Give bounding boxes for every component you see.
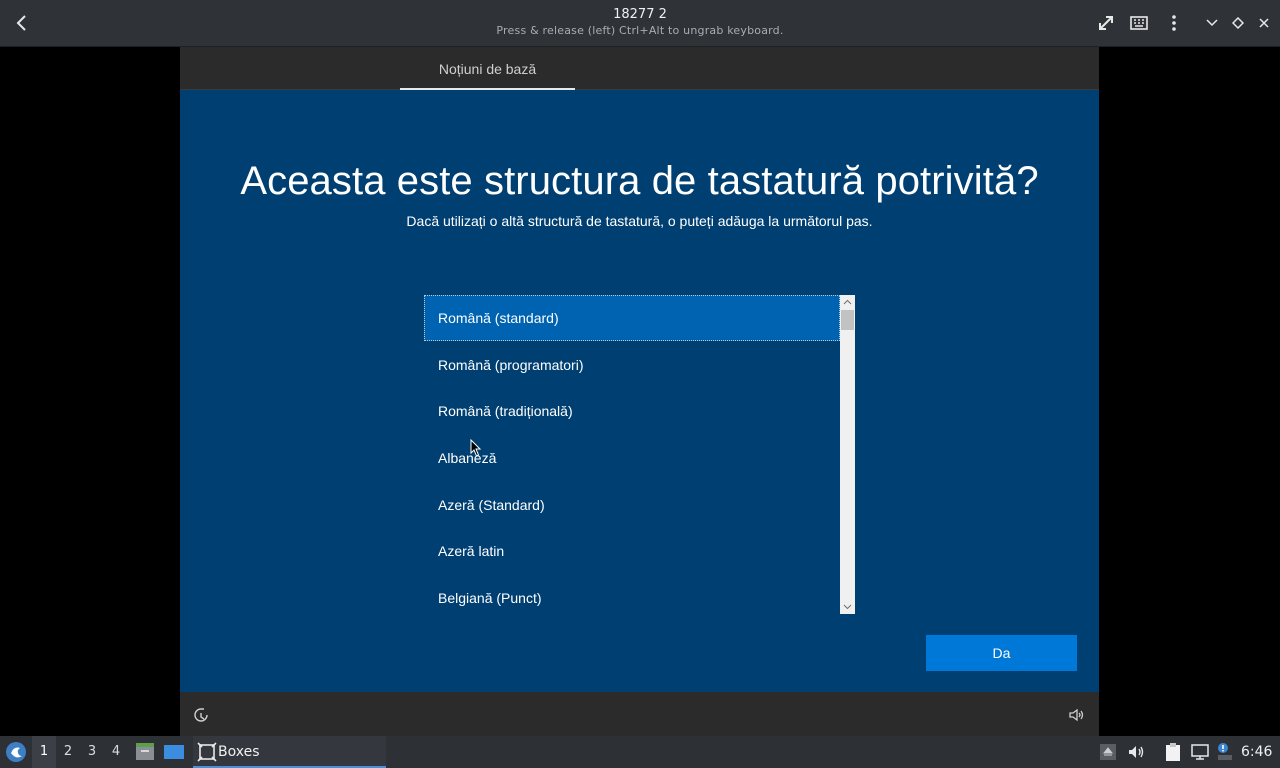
- fullscreen-icon: [1099, 16, 1113, 30]
- scrollbar-thumb[interactable]: [841, 310, 854, 330]
- close-button[interactable]: [1251, 10, 1277, 36]
- list-item[interactable]: Albaneză: [424, 435, 840, 481]
- file-manager-icon[interactable]: [134, 741, 156, 763]
- maximize-button[interactable]: [1225, 10, 1251, 36]
- task-boxes[interactable]: Boxes: [193, 736, 386, 768]
- close-icon: [1259, 18, 1269, 28]
- tab-basics: Noțiuni de bază: [400, 47, 575, 90]
- scroll-down-button[interactable]: [840, 600, 855, 614]
- scroll-up-button[interactable]: [840, 295, 855, 309]
- notification-icon[interactable]: [1214, 741, 1236, 763]
- fullscreen-button[interactable]: [1093, 10, 1119, 36]
- scrollbar[interactable]: [840, 295, 855, 614]
- chevron-up-icon: [843, 299, 852, 305]
- task-label: Boxes: [218, 744, 260, 760]
- boxes-icon: [197, 742, 217, 762]
- list-item[interactable]: Azeră (Standard): [424, 482, 840, 528]
- page-title: Aceasta este structura de tastatură potr…: [240, 159, 1039, 203]
- vm-display[interactable]: Noțiuni de bază Aceasta este structura d…: [180, 47, 1099, 736]
- menu-button[interactable]: [1161, 10, 1187, 36]
- boxes-header-bar: 18277 2 Press & release (left) Ctrl+Alt …: [0, 0, 1280, 47]
- clipboard-icon[interactable]: [1162, 741, 1184, 763]
- diamond-icon: [1232, 17, 1244, 29]
- workspace-4[interactable]: 4: [104, 736, 128, 768]
- keyboard-layout-list[interactable]: Română (standard) Română (programatori) …: [424, 295, 855, 614]
- page-subtitle: Dacă utilizați o altă structură de tasta…: [406, 213, 873, 229]
- mouse-cursor-icon: [470, 439, 482, 457]
- oobe-tab-bar: Noțiuni de bază: [180, 47, 1099, 90]
- clock: 6:46: [1241, 744, 1273, 760]
- chevron-down-icon: [1206, 19, 1218, 27]
- chevron-left-icon: [16, 15, 26, 31]
- yes-button[interactable]: Da: [926, 635, 1077, 671]
- show-desktop-icon[interactable]: [163, 741, 185, 763]
- volume-icon[interactable]: [1067, 706, 1085, 724]
- keyboard-button[interactable]: [1126, 10, 1152, 36]
- list-item[interactable]: Azeră latin: [424, 528, 840, 574]
- list-item[interactable]: Belgiană (Punct): [424, 575, 840, 621]
- volume-tray-icon[interactable]: [1125, 741, 1147, 763]
- workspace-3[interactable]: 3: [80, 736, 104, 768]
- list-item[interactable]: Română (programatori): [424, 342, 840, 388]
- chevron-down-icon: [843, 604, 852, 610]
- taskbar: 1 2 3 4 Boxes 6:46: [0, 736, 1280, 768]
- list-item[interactable]: Română (standard): [424, 295, 840, 341]
- eject-icon[interactable]: [1097, 741, 1119, 763]
- ease-of-access-icon[interactable]: [192, 706, 210, 724]
- window-subtitle: Press & release (left) Ctrl+Alt to ungra…: [496, 24, 784, 37]
- keyboard-icon: [1130, 16, 1148, 30]
- window-title: 18277 2: [613, 7, 667, 22]
- kebab-menu-icon: [1172, 15, 1176, 31]
- back-button[interactable]: [8, 8, 36, 38]
- start-menu-icon[interactable]: [5, 741, 27, 763]
- workspace-2[interactable]: 2: [56, 736, 80, 768]
- workspace-1[interactable]: 1: [32, 736, 56, 768]
- minimize-button[interactable]: [1199, 10, 1225, 36]
- oobe-bottom-bar: [180, 692, 1099, 736]
- list-item[interactable]: Română (tradițională): [424, 388, 840, 434]
- title-box: 18277 2 Press & release (left) Ctrl+Alt …: [340, 7, 940, 39]
- network-icon[interactable]: [1189, 741, 1211, 763]
